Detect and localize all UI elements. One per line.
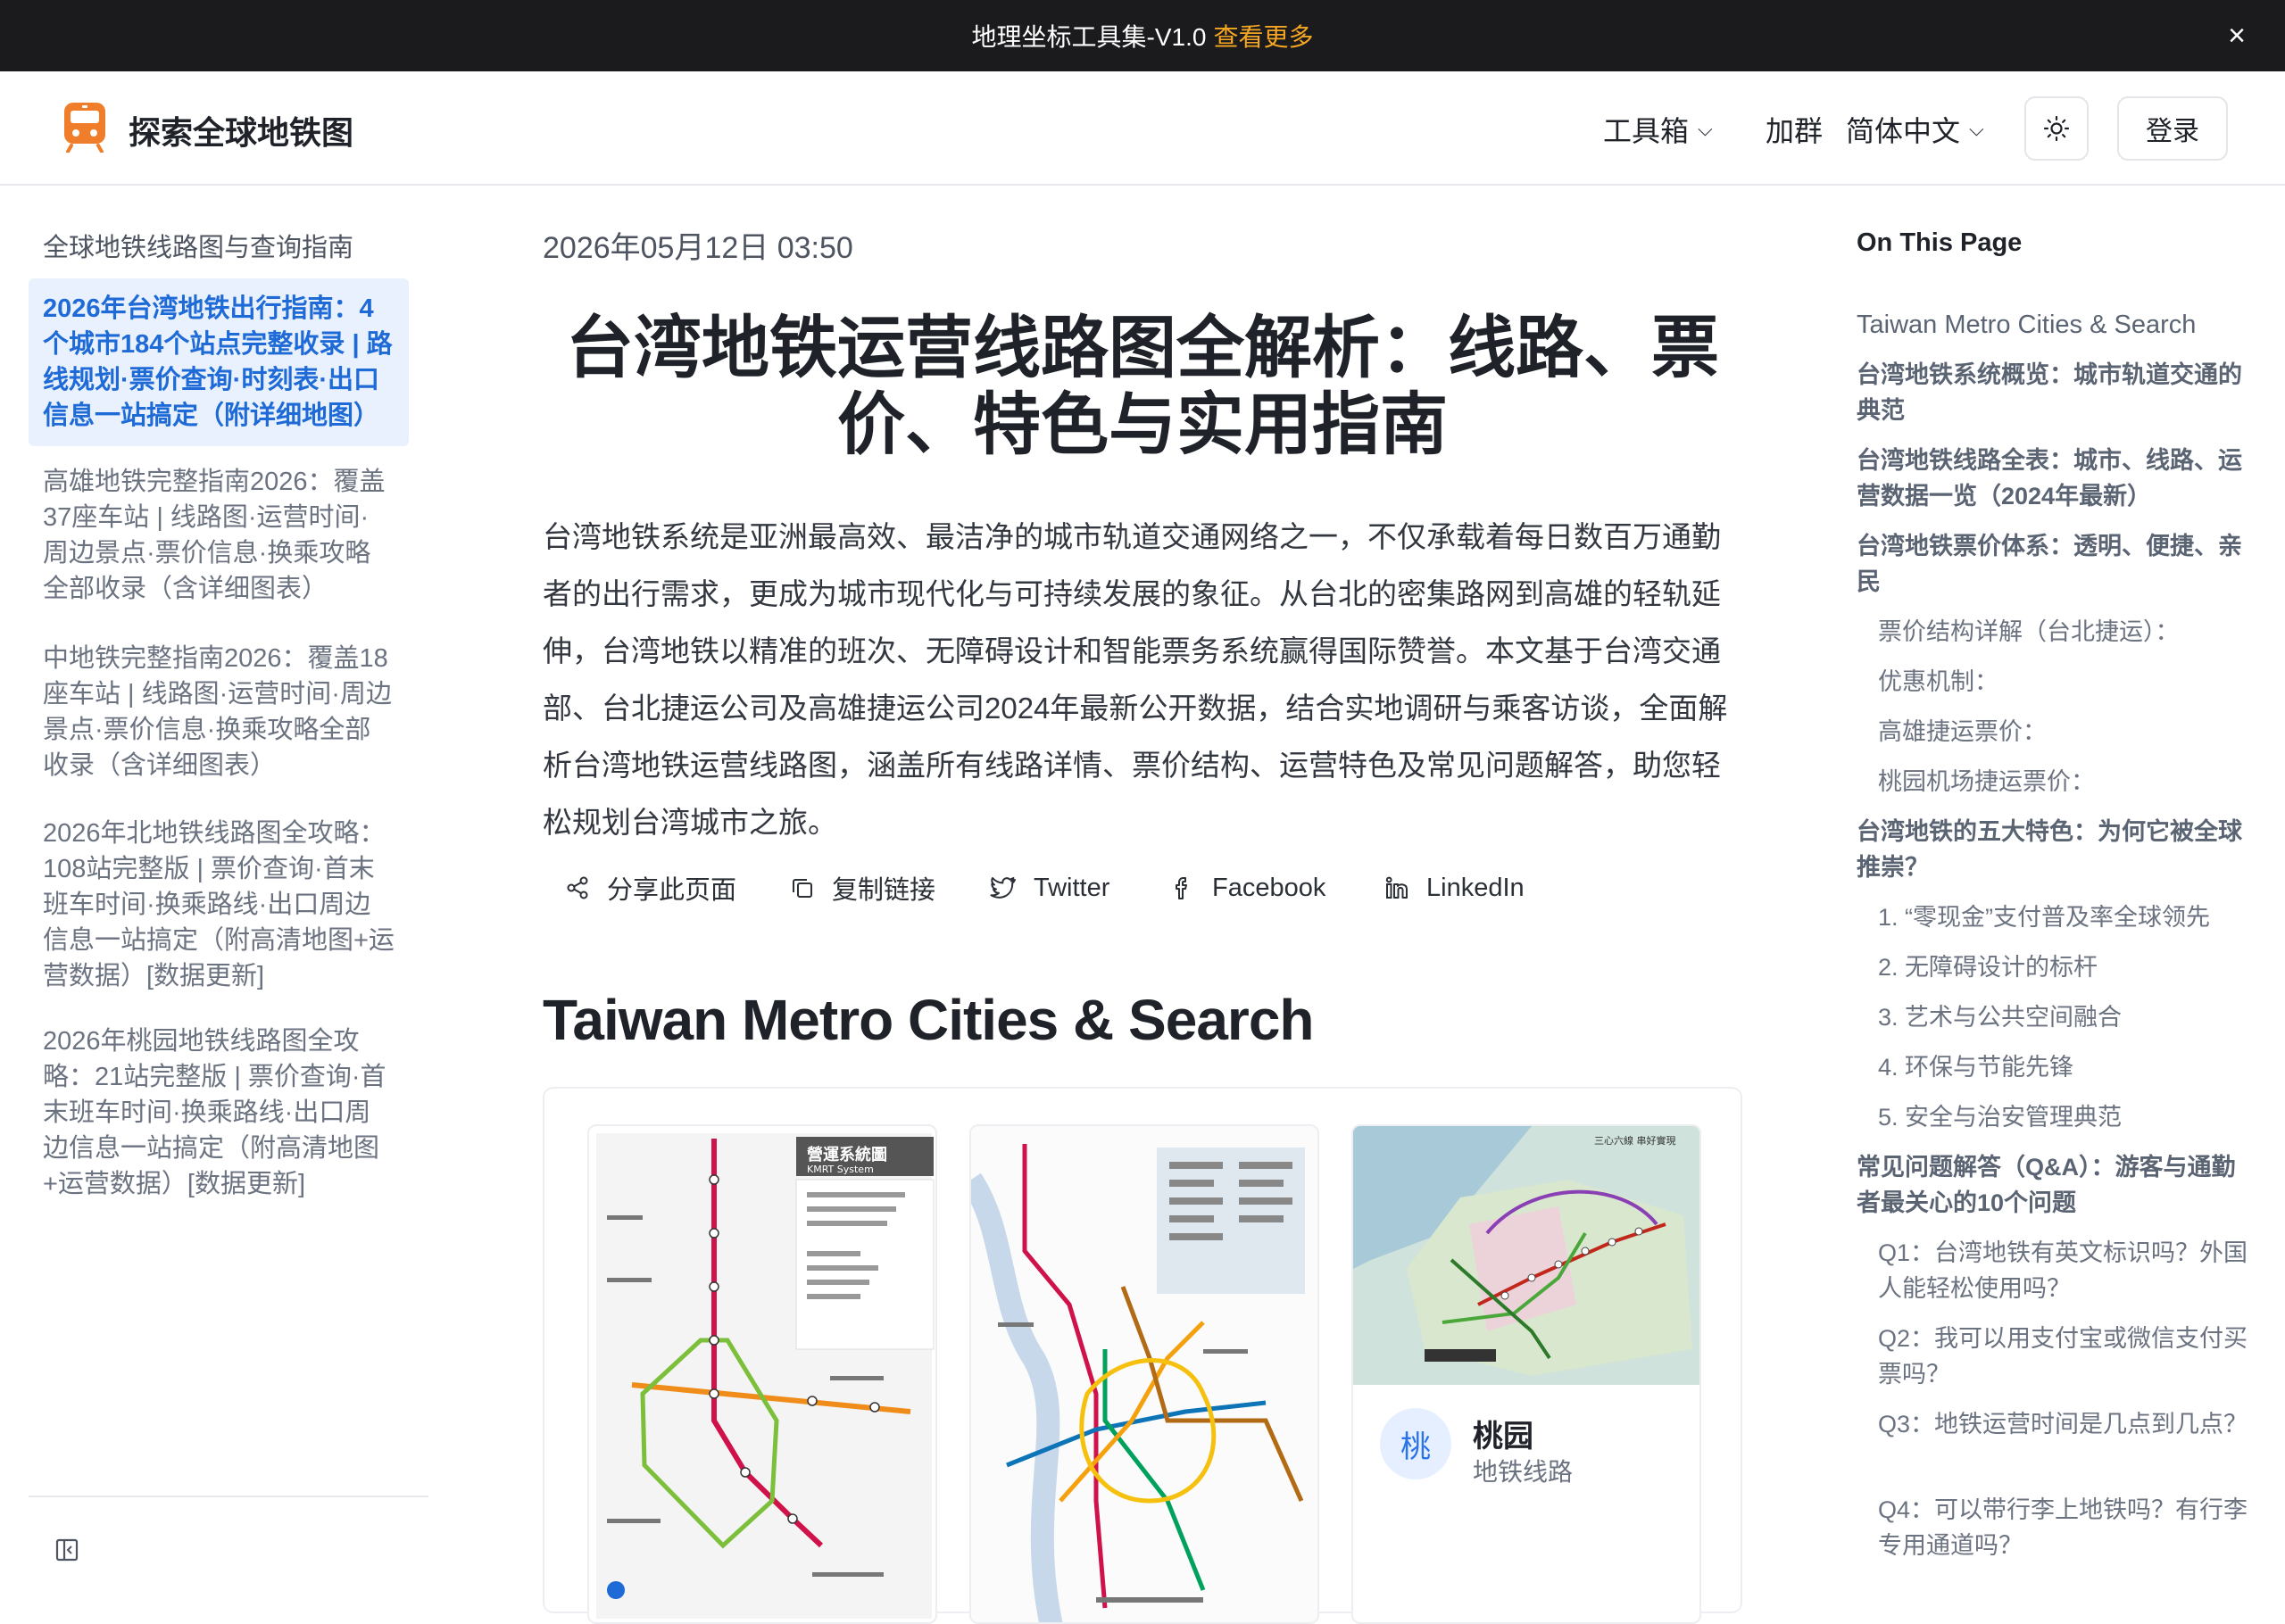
twitter-label: Twitter xyxy=(1034,873,1110,902)
article-title: 台湾地铁运营线路图全解析：线路、票价、特色与实用指南 xyxy=(566,311,1719,463)
toc-item[interactable]: 5. 安全与治安管理典范 xyxy=(1878,1099,2249,1135)
sidebar-item-taoyuan[interactable]: 2026年桃园地铁线路图全攻略：21站完整版 | 票价查询·首末班车时间·换乘路… xyxy=(29,1011,409,1214)
toc-item[interactable]: 3. 艺术与公共空间融合 xyxy=(1878,999,2249,1035)
toc-item[interactable]: 高雄捷运票价： xyxy=(1878,714,2249,750)
share-twitter-button[interactable]: Twitter xyxy=(989,866,1109,910)
sidebar-heading[interactable]: 全球地铁线路图与查询指南 xyxy=(43,227,353,264)
share-page-button[interactable]: 分享此页面 xyxy=(564,866,736,910)
chevron-down-icon: ⌵ xyxy=(1969,118,1984,140)
toc-item[interactable]: 常见问题解答（Q&A）：游客与通勤者最关心的10个问题 xyxy=(1857,1149,2249,1221)
sun-icon xyxy=(2043,115,2070,142)
linkedin-icon xyxy=(1385,876,1408,899)
section-heading-cities: Taiwan Metro Cities & Search xyxy=(543,988,1314,1052)
toc-item[interactable]: Q2：我可以用支付宝或微信支付买票吗？ xyxy=(1878,1321,2249,1392)
toc-item[interactable]: 台湾地铁系统概览：城市轨道交通的典范 xyxy=(1857,357,2249,428)
kaohsiung-metro-map-image: 營運系統圖 KMRT System xyxy=(596,1133,935,1619)
toc-item[interactable]: Q1：台湾地铁有英文标识吗？外国人能轻松使用吗？ xyxy=(1878,1235,2249,1306)
toc-item[interactable]: 台湾地铁线路全表：城市、线路、运营数据一览（2024年最新） xyxy=(1857,443,2249,514)
taoyuan-metro-map-image: 三心六線 串好實現 xyxy=(1353,1126,1699,1385)
toc-heading: On This Page xyxy=(1857,228,2023,257)
share-facebook-button[interactable]: Facebook xyxy=(1169,866,1325,910)
facebook-label: Facebook xyxy=(1212,873,1326,902)
city-name: 桃园 xyxy=(1473,1420,1533,1454)
toc-fade xyxy=(1857,1579,2258,1606)
chevron-down-icon: ⌵ xyxy=(1698,118,1713,140)
toc-item[interactable]: Q3：地铁运营时间是几点到几点？ xyxy=(1878,1406,2249,1442)
toolbox-label: 工具箱 xyxy=(1603,115,1690,147)
sidebar-collapse-icon[interactable] xyxy=(54,1537,80,1563)
toc-item[interactable]: Taiwan Metro Cities & Search xyxy=(1857,307,2196,343)
linkedin-label: LinkedIn xyxy=(1426,873,1525,902)
toc-item[interactable]: 票价结构详解（台北捷运）： xyxy=(1878,614,2249,650)
join-group-link[interactable]: 加群 xyxy=(1766,109,1823,150)
sidebar-item-taichung[interactable]: 中地铁完整指南2026：覆盖18座车站 | 线路图·运营时间·周边景点·票价信息… xyxy=(29,628,409,796)
language-label: 简体中文 xyxy=(1846,115,1961,147)
kaohsiung-map-subtitle: KMRT System xyxy=(807,1164,874,1175)
city-badge: 桃 xyxy=(1380,1408,1451,1479)
city-card-kaohsiung[interactable]: 營運系統圖 KMRT System xyxy=(587,1124,937,1624)
train-logo-icon[interactable] xyxy=(62,101,107,153)
toc-item[interactable]: 1. “零现金”支付普及率全球领先 xyxy=(1878,899,2249,935)
banner-close-button[interactable]: × xyxy=(2219,18,2255,54)
city-card-taipei[interactable] xyxy=(969,1124,1319,1624)
publish-date: 2026年05月12日 03:50 xyxy=(543,231,853,265)
left-sidebar: 全球地铁线路图与查询指南 2026年台湾地铁出行指南：4个城市184个站点完整收… xyxy=(29,186,428,1606)
toc-item[interactable]: Q4：可以带行李上地铁吗？有行李专用通道吗？ xyxy=(1878,1492,2249,1563)
toc-item[interactable]: 2. 无障碍设计的标杆 xyxy=(1878,949,2249,985)
toc-item[interactable]: 台湾地铁票价体系：透明、便捷、亲民 xyxy=(1857,528,2249,600)
twitter-icon xyxy=(990,877,1016,899)
copy-link-button[interactable]: 复制链接 xyxy=(789,866,935,910)
theme-toggle-button[interactable] xyxy=(2024,96,2089,161)
toolbox-menu[interactable]: 工具箱 ⌵ xyxy=(1603,109,1713,150)
copy-link-label: 复制链接 xyxy=(832,876,936,905)
banner-text: 地理坐标工具集-V1.0 xyxy=(971,23,1207,51)
banner-more-link[interactable]: 查看更多 xyxy=(1213,18,1313,54)
share-icon xyxy=(567,876,588,899)
language-selector[interactable]: 简体中文 ⌵ xyxy=(1846,109,1984,150)
taoyuan-map-caption: 三心六線 串好實現 xyxy=(1594,1134,1676,1147)
login-button[interactable]: 登录 xyxy=(2117,96,2228,161)
kaohsiung-map-title: 營運系統圖 xyxy=(807,1145,887,1164)
site-title[interactable]: 探索全球地铁图 xyxy=(129,107,353,153)
toc-item[interactable]: 台湾地铁的五大特色：为何它被全球推崇？ xyxy=(1857,814,2249,885)
share-linkedin-button[interactable]: LinkedIn xyxy=(1383,866,1525,910)
city-subtitle: 地铁线路 xyxy=(1473,1458,1574,1486)
sidebar-divider xyxy=(29,1496,428,1497)
sidebar-item-kaohsiung[interactable]: 高雄地铁完整指南2026：覆盖37座车站 | 线路图·运营时间·周边景点·票价信… xyxy=(29,452,409,619)
facebook-icon xyxy=(1176,877,1187,899)
share-page-label: 分享此页面 xyxy=(607,876,737,905)
sidebar-item-taipei[interactable]: 2026年北地铁线路图全攻略：108站完整版 | 票价查询·首末班车时间·换乘路… xyxy=(29,803,409,1007)
navbar: 探索全球地铁图 工具箱 ⌵ 加群 简体中文 ⌵ 登录 xyxy=(0,71,2285,186)
article-intro: 台湾地铁系统是亚洲最高效、最洁净的城市轨道交通网络之一，不仅承载着每日数百万通勤… xyxy=(543,520,1728,839)
top-banner: 地理坐标工具集-V1.0 查看更多 × xyxy=(0,0,2285,71)
taipei-metro-map-image xyxy=(971,1126,1317,1622)
copy-icon xyxy=(793,879,812,898)
toc-item[interactable]: 4. 环保与节能先锋 xyxy=(1878,1049,2249,1085)
toc-item[interactable]: 桃园机场捷运票价： xyxy=(1878,764,2249,800)
city-card-taoyuan[interactable]: 三心六線 串好實現 桃 桃园 地铁线路 xyxy=(1351,1124,1701,1624)
sidebar-item-taiwan-guide[interactable]: 2026年台湾地铁出行指南：4个城市184个站点完整收录 | 路线规划·票价查询… xyxy=(29,278,409,446)
toc-item[interactable]: 优惠机制： xyxy=(1878,664,2249,700)
cities-card-grid: 營運系統圖 KMRT System 三心六線 串好實現 桃 桃园 地铁线路 xyxy=(543,1087,1742,1624)
